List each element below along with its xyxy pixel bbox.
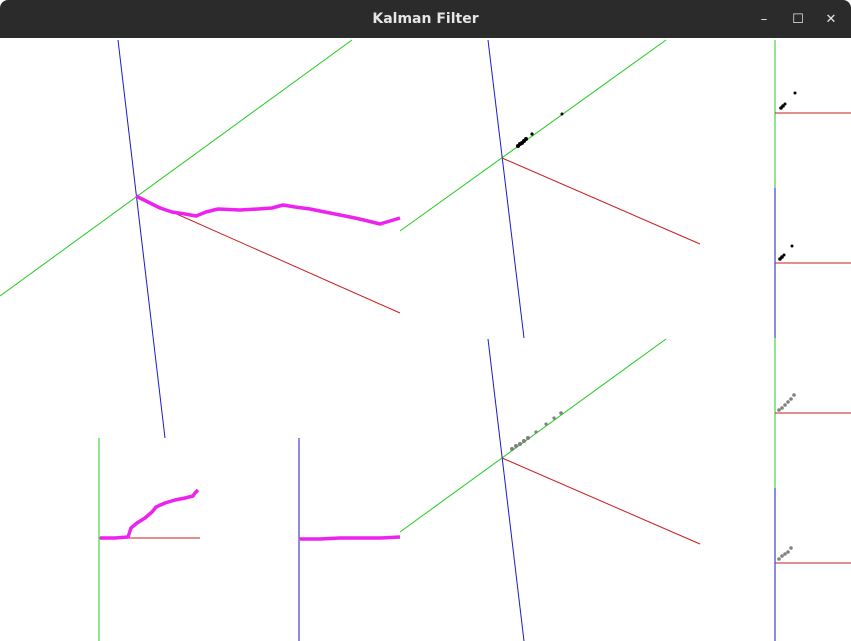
axis-y-line — [399, 39, 667, 232]
trajectory-line — [100, 488, 200, 540]
title-bar[interactable]: Kalman Filter – ☐ ✕ — [0, 0, 851, 38]
axis-x-line — [501, 457, 701, 545]
axis-y-line — [399, 338, 667, 533]
axis-x-line — [501, 157, 701, 245]
black-points — [779, 91, 797, 110]
panel-small-2 — [774, 188, 851, 338]
maximize-icon[interactable]: ☐ — [785, 7, 811, 33]
panel-3d-points-bottom — [399, 338, 701, 641]
trajectory-line — [135, 194, 401, 226]
axis-y-line — [0, 39, 353, 297]
gray-points — [777, 393, 796, 412]
app-window: Kalman Filter – ☐ ✕ — [0, 0, 851, 641]
panel-2d-blue — [298, 438, 401, 641]
plot-canvas — [0, 39, 851, 641]
black-points — [778, 244, 794, 261]
panel-small-1 — [774, 40, 851, 188]
panel-3d-points-top — [399, 39, 701, 339]
close-icon[interactable]: ✕ — [818, 7, 844, 33]
trajectory-line — [300, 535, 401, 541]
axis-z-line — [487, 338, 525, 641]
gray-points — [777, 546, 793, 561]
minimize-icon[interactable]: – — [751, 7, 777, 33]
panel-3d-trajectory — [0, 39, 401, 439]
gray-points — [510, 411, 563, 451]
panel-small-3 — [774, 338, 851, 488]
window-title: Kalman Filter — [372, 11, 479, 27]
axis-z-line — [117, 39, 166, 439]
panel-2d-green — [98, 438, 200, 641]
axis-z-line — [487, 39, 525, 339]
panel-small-4 — [774, 488, 851, 641]
